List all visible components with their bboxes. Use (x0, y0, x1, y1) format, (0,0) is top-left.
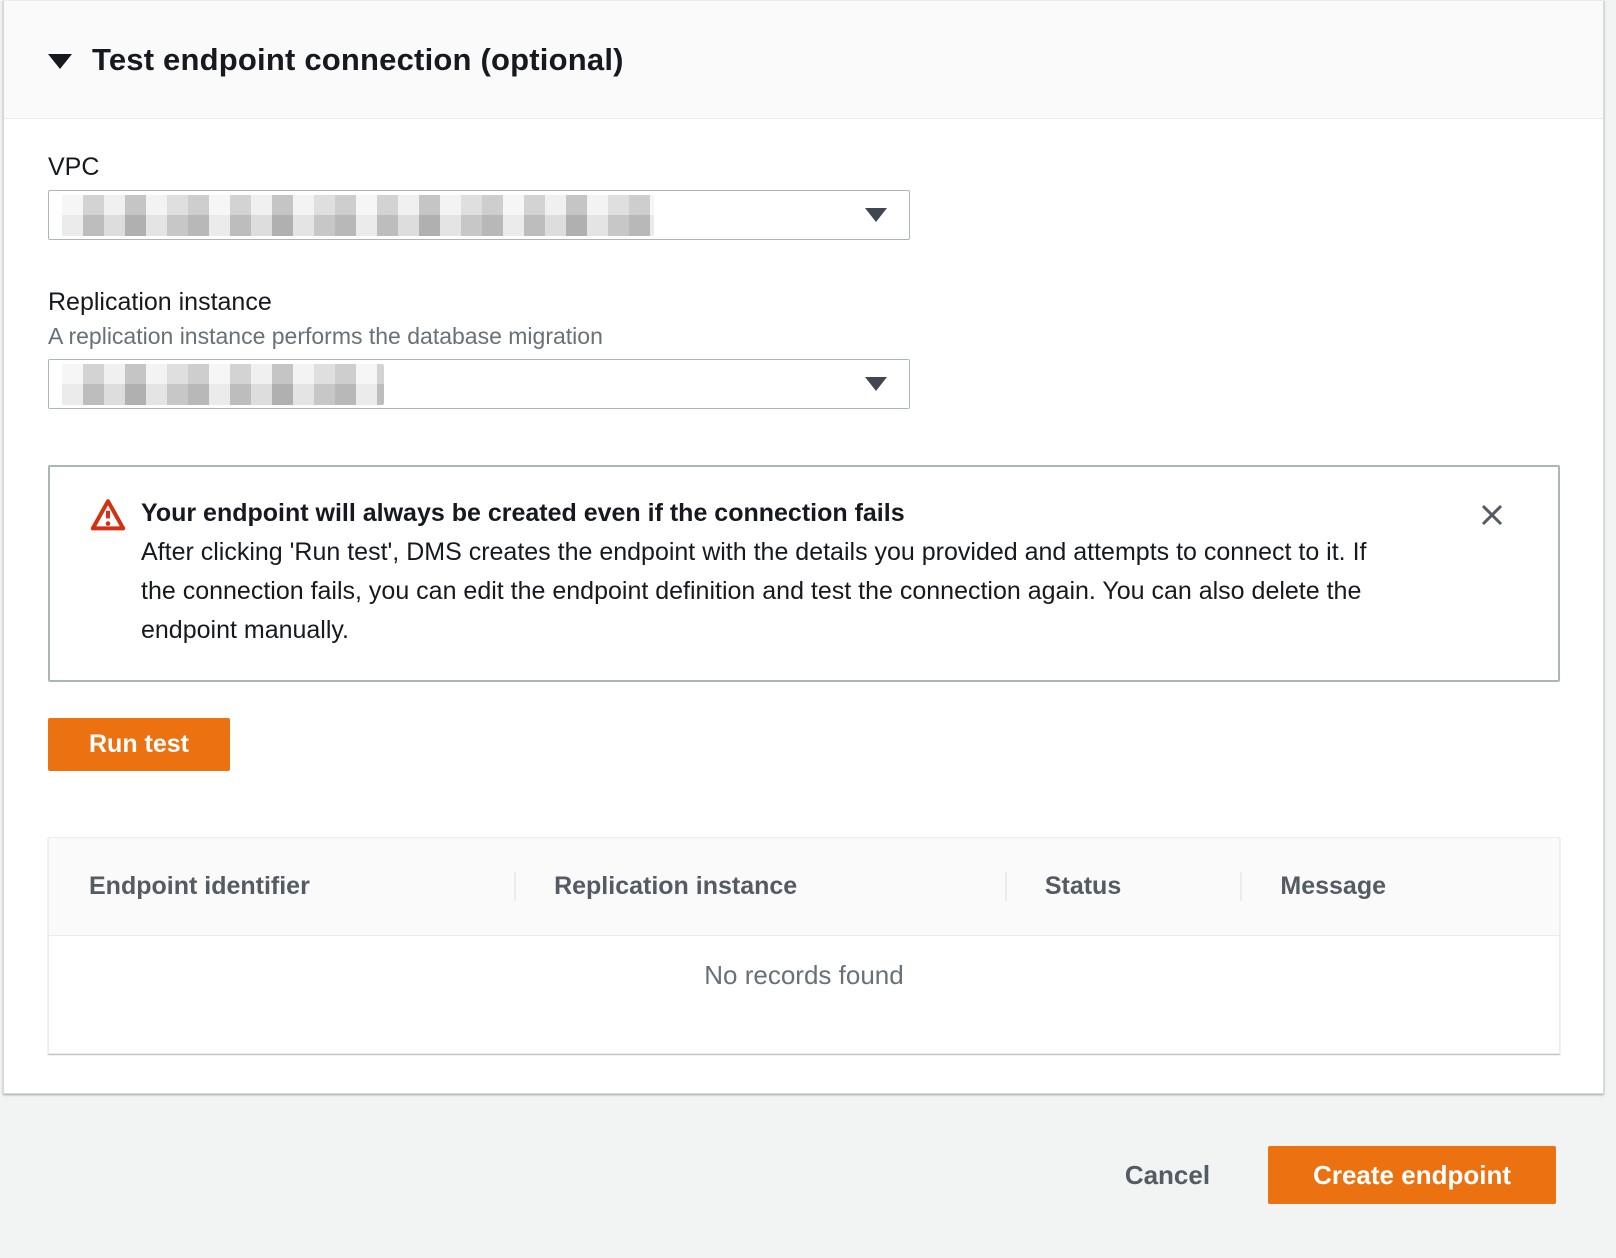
column-header-replication-instance: Replication instance (514, 872, 1005, 901)
warning-title: Your endpoint will always be created eve… (141, 494, 1408, 533)
redacted-replication-instance-value (62, 364, 384, 405)
section-title: Test endpoint connection (optional) (92, 42, 624, 78)
replication-instance-field: Replication instance A replication insta… (48, 288, 1560, 409)
column-header-message: Message (1240, 872, 1559, 901)
column-header-status: Status (1005, 872, 1241, 901)
run-test-button[interactable]: Run test (48, 718, 230, 771)
collapse-triangle-icon (48, 54, 72, 69)
replication-instance-label: Replication instance (48, 288, 1560, 316)
vpc-select[interactable] (48, 190, 910, 240)
replication-instance-select[interactable] (48, 359, 910, 409)
chevron-down-icon (865, 377, 887, 391)
column-header-endpoint-identifier: Endpoint identifier (49, 872, 514, 901)
cancel-button[interactable]: Cancel (1115, 1146, 1220, 1204)
vpc-field: VPC (48, 153, 1560, 240)
warning-text-block: Your endpoint will always be created eve… (141, 494, 1408, 650)
create-endpoint-button[interactable]: Create endpoint (1268, 1146, 1556, 1204)
test-results-table: Endpoint identifier Replication instance… (48, 837, 1560, 1054)
empty-state-text: No records found (49, 936, 1559, 1053)
redacted-vpc-value (62, 195, 654, 236)
warning-alert: Your endpoint will always be created eve… (48, 465, 1560, 682)
replication-instance-description: A replication instance performs the data… (48, 322, 1560, 350)
close-icon[interactable] (1472, 495, 1512, 535)
test-endpoint-card: Test endpoint connection (optional) VPC … (3, 0, 1604, 1094)
warning-body: After clicking 'Run test', DMS creates t… (141, 533, 1408, 650)
form-footer: Cancel Create endpoint (0, 1100, 1616, 1258)
vpc-label: VPC (48, 153, 1560, 181)
section-header-toggle[interactable]: Test endpoint connection (optional) (4, 1, 1603, 119)
table-header-row: Endpoint identifier Replication instance… (49, 838, 1559, 936)
section-body: VPC Replication instance A replication i… (4, 119, 1603, 1093)
chevron-down-icon (865, 208, 887, 222)
warning-triangle-icon (90, 498, 126, 650)
